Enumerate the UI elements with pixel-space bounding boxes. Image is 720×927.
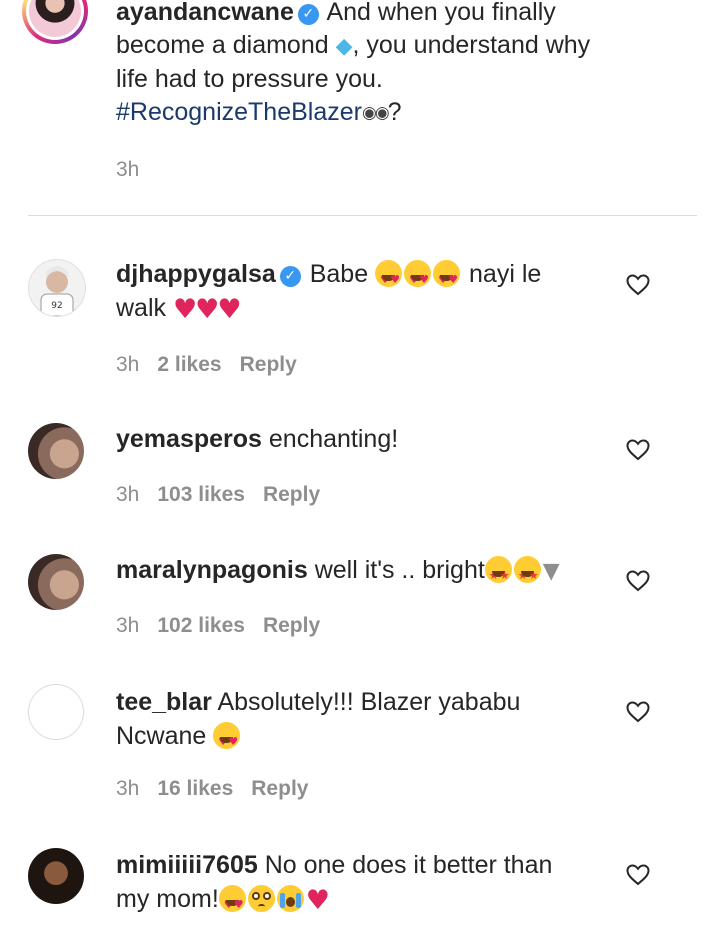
likes-count[interactable]: 2 likes	[157, 353, 221, 376]
comment-text: tee_blar Absolutely!!! Blazer yababu Ncw…	[116, 685, 606, 759]
comment-text-part: No one does it better than	[264, 851, 553, 879]
star-struck-emoji-icon	[484, 556, 512, 593]
caption-divider	[28, 215, 697, 216]
svg-text:92: 92	[51, 301, 62, 311]
heart-eyes-emoji-icon	[218, 885, 246, 922]
likes-count[interactable]: 16 likes	[157, 777, 233, 800]
likes-count[interactable]: 103 likes	[157, 483, 245, 506]
author-avatar[interactable]	[22, 0, 88, 44]
comment-time: 3h	[116, 777, 140, 800]
caption-timestamp: 3h	[116, 158, 140, 181]
cocktail-glass-emoji-icon: ▼	[542, 559, 560, 584]
reply-button[interactable]: Reply	[263, 614, 320, 637]
eyes-emoji-icon: ◉◉	[361, 103, 390, 123]
caption-text: ayandancwane ✓ And when you finally becom…	[116, 0, 676, 130]
comment-username[interactable]: mimiiiii7605	[116, 851, 258, 879]
comment-text-part: nayi le	[469, 260, 542, 288]
comment-username[interactable]: yemasperos	[116, 425, 262, 453]
pleading-face-emoji-icon	[247, 885, 275, 912]
comment-meta: 3h 16 likes Reply	[116, 777, 326, 801]
caption-line1: And when you finally	[326, 0, 556, 26]
comment-text-part: Babe	[309, 260, 369, 288]
comment-time: 3h	[116, 483, 140, 506]
caption-end: ?	[387, 98, 402, 126]
comment-text-part: Absolutely!!! Blazer yababu	[217, 688, 521, 716]
red-heart-emoji-icon: ♥	[305, 885, 330, 916]
caption-line2b: , you understand why	[352, 31, 591, 59]
heart-eyes-emoji-icon	[213, 722, 241, 759]
comment-text: mimiiiii7605 No one does it better than …	[116, 848, 606, 922]
star-struck-emoji-icon	[513, 556, 541, 593]
like-heart-icon[interactable]	[626, 439, 650, 461]
comment-username[interactable]: djhappygalsa	[116, 260, 276, 288]
caption-line2a: become a diamond	[116, 31, 329, 59]
caption-line3: life had to pressure you.	[116, 65, 383, 93]
verified-badge-icon: ✓	[297, 4, 319, 25]
comment-text-part: my mom!	[116, 885, 219, 913]
avatar[interactable]	[28, 423, 84, 479]
comment-text: maralynpagonis well it's .. bright ▼	[116, 553, 606, 593]
avatar[interactable]	[28, 684, 84, 740]
post-caption: ayandancwane ✓ And when you finally becom…	[0, 0, 720, 215]
crying-face-emoji-icon	[276, 885, 304, 912]
comment-text-part: enchanting!	[268, 425, 399, 453]
comment-username[interactable]: tee_blar	[116, 688, 212, 716]
like-heart-icon[interactable]	[626, 274, 650, 296]
comment-username[interactable]: maralynpagonis	[116, 556, 308, 584]
diamond-emoji-icon: ◆	[335, 34, 353, 59]
like-heart-icon[interactable]	[626, 864, 650, 886]
reply-button[interactable]: Reply	[240, 353, 297, 376]
verified-badge-icon: ✓	[279, 266, 301, 287]
heart-eyes-emoji-icon	[433, 260, 461, 297]
comment-text-part: walk	[116, 294, 167, 322]
comment-time: 3h	[116, 614, 140, 637]
avatar[interactable]	[28, 554, 84, 610]
heart-eyes-emoji-icon	[375, 260, 403, 297]
comment-text: djhappygalsa✓ Babe nayi le walk ♥♥♥	[116, 257, 606, 327]
comment-text-part: Ncwane	[116, 722, 207, 750]
likes-count[interactable]: 102 likes	[157, 614, 245, 637]
heart-eyes-emoji-icon	[404, 260, 432, 297]
comment-text-part: well it's .. bright	[314, 556, 485, 584]
comment-meta: 3h 102 likes Reply	[116, 614, 338, 638]
comment-time: 3h	[116, 353, 140, 376]
comment-text: yemasperos enchanting!	[116, 422, 606, 456]
reply-button[interactable]: Reply	[263, 483, 320, 506]
red-heart-emoji-icon: ♥♥♥	[172, 294, 242, 325]
avatar[interactable]: 92	[28, 259, 86, 317]
avatar[interactable]	[28, 848, 84, 904]
like-heart-icon[interactable]	[626, 570, 650, 592]
like-heart-icon[interactable]	[626, 701, 650, 723]
comment-meta: 3h 103 likes Reply	[116, 483, 338, 507]
comment-meta: 3h 2 likes Reply	[116, 353, 315, 377]
author-username[interactable]: ayandancwane	[116, 0, 294, 26]
reply-button[interactable]: Reply	[251, 777, 308, 800]
hashtag-link[interactable]: #RecognizeTheBlazer	[116, 98, 362, 126]
